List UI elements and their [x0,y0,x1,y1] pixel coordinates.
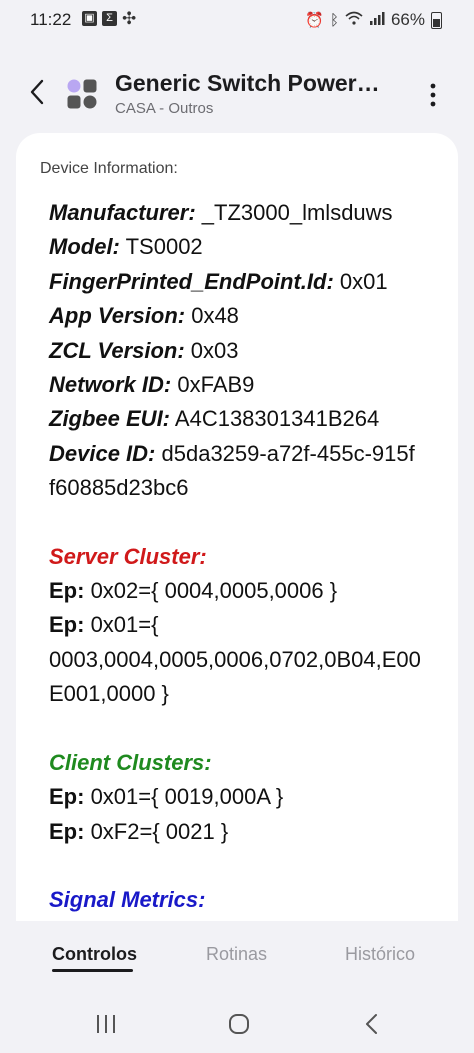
server-cluster-line: 0003,0004,0005,0006,0702,0B04,E00 [49,646,421,672]
info-row-device-id-continuation: f60885d23bc6 [49,475,189,501]
info-row-device-id: Device ID: d5da3259-a72f-455c-915f [49,440,415,466]
home-button[interactable] [224,1009,254,1039]
signal-icon [369,11,385,29]
system-back-button[interactable] [357,1009,387,1039]
battery-percentage: 66% [390,10,425,29]
client-clusters-title: Client Clusters: [49,749,212,775]
server-cluster-line: Ep: 0x01={ [49,612,159,638]
info-row-app-version: App Version: 0x48 [49,303,239,329]
active-tab-indicator [52,969,133,972]
chevron-left-icon [366,1014,377,1034]
home-icon [229,1014,249,1034]
fan-icon: ✣ [122,9,137,28]
recent-apps-button[interactable] [91,1009,121,1039]
status-time: 11:22 [30,10,72,29]
system-nav-bar [0,991,474,1053]
chevron-left-icon [30,79,44,105]
tab-controlos[interactable]: Controlos [52,944,137,965]
server-cluster-line: E001,0000 } [49,681,169,707]
info-row-endpoint-id: FingerPrinted_EndPoint.Id: 0x01 [49,268,388,294]
more-options-button[interactable] [418,78,448,112]
device-info-content: Manufacturer: _TZ3000_lmlsduws Model: TS… [49,196,458,917]
battery-icon [431,11,442,29]
tab-rotinas[interactable]: Rotinas [206,944,267,965]
status-bar: 11:22 ▣ Σ ✣ ⏰ ᛒ 66% [0,0,474,40]
client-cluster-line: Ep: 0x01={ 0019,000A } [49,784,284,810]
info-row-zigbee-eui: Zigbee EUI: A4C138301341B264 [49,406,380,432]
recent-apps-icon [97,1015,115,1033]
tab-historico[interactable]: Histórico [345,944,415,965]
info-row-network-id: Network ID: 0xFAB9 [49,372,255,398]
status-right-icons: ⏰ ᛒ 66% [305,10,442,30]
device-info-card[interactable]: Device Information: Manufacturer: _TZ300… [16,133,458,921]
bottom-tab-bar: Controlos Rotinas Histórico [0,921,474,991]
device-title: Generic Switch Power… [115,70,380,96]
gallery-icon: ▣ [82,11,97,26]
signal-metrics-title: Signal Metrics: [49,886,206,912]
status-left-icons: ▣ Σ ✣ [82,9,137,28]
info-row-manufacturer: Manufacturer: _TZ3000_lmlsduws [49,200,393,225]
alarm-icon: ⏰ [305,12,324,29]
info-row-model: Model: TS0002 [49,234,203,260]
server-cluster-title: Server Cluster: [49,543,207,569]
device-logo-icon [66,78,98,110]
device-subtitle: CASA - Outros [115,100,214,117]
client-cluster-line: Ep: 0xF2={ 0021 } [49,818,229,844]
wifi-icon [345,11,363,29]
info-row-zcl-version: ZCL Version: 0x03 [49,337,239,363]
device-info-label: Device Information: [40,160,178,177]
more-vertical-icon [430,83,436,107]
app-header: Generic Switch Power… CASA - Outros [0,62,474,128]
server-cluster-line: Ep: 0x02={ 0004,0005,0006 } [49,578,338,604]
back-button[interactable] [22,74,54,110]
bluetooth-icon: ᛒ [329,11,339,29]
sigma-icon: Σ [102,11,117,26]
